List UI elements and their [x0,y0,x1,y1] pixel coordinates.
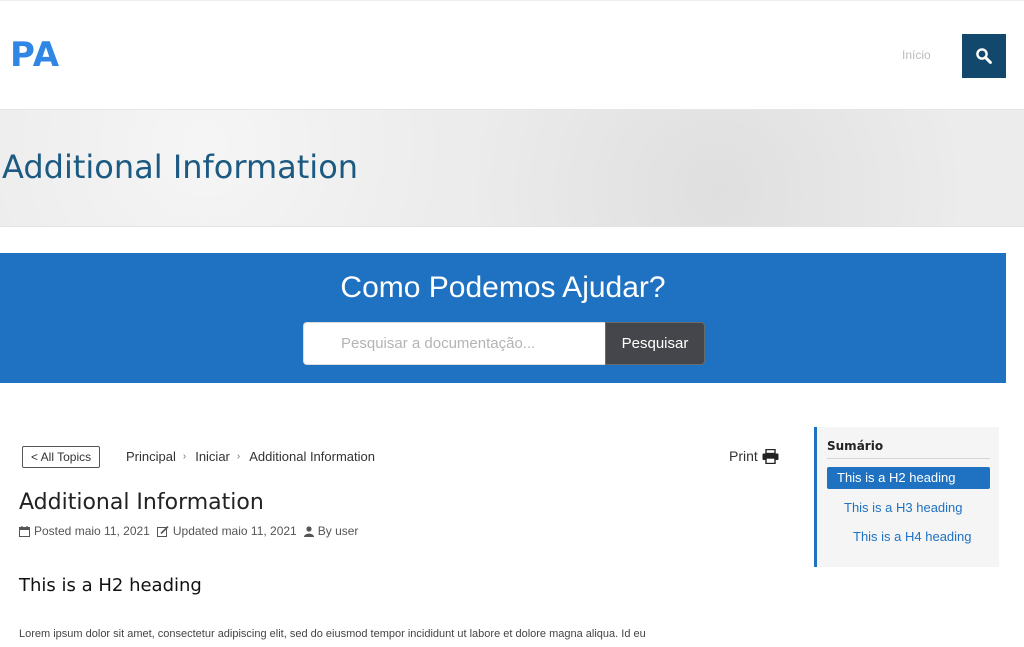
author: By user [303,524,359,538]
user-icon [303,525,314,537]
nav-home-link[interactable]: Início [902,48,931,62]
toc-item-h3[interactable]: This is a H3 heading [844,500,963,515]
section-heading-h2: This is a H2 heading [19,575,202,596]
help-search-band: Como Podemos Ajudar? Pesquisar [0,253,1006,383]
toc-item-h4[interactable]: This is a H4 heading [853,529,972,544]
article-body: Lorem ipsum dolor sit amet, consectetur … [19,628,646,640]
page-title-banner: Additional Information [0,110,1024,227]
toc-item-h2[interactable]: This is a H2 heading [827,467,990,489]
page-title: Additional Information [2,148,359,186]
breadcrumb: Principal › Iniciar › Additional Informa… [126,449,375,464]
updated-date: Updated maio 11, 2021 [156,524,297,538]
table-of-contents: Sumário This is a H2 heading This is a H… [814,427,999,567]
breadcrumb-iniciar[interactable]: Iniciar [195,449,230,464]
print-label: Print [729,448,758,464]
printer-icon [762,448,779,464]
breadcrumb-separator-icon: › [236,451,241,462]
site-logo[interactable]: PA [10,35,60,75]
site-header: PA Início [0,0,1024,110]
header-search-button[interactable] [962,34,1006,78]
help-title: Como Podemos Ajudar? [340,271,666,304]
all-topics-button[interactable]: < All Topics [22,446,101,468]
print-link[interactable]: Print [729,448,779,464]
edit-icon [156,525,169,537]
docs-search-input[interactable] [303,322,605,365]
breadcrumb-principal[interactable]: Principal [126,449,176,464]
calendar-icon [19,525,30,537]
updated-date-text: Updated maio 11, 2021 [172,524,297,538]
breadcrumb-current: Additional Information [249,449,375,464]
toc-title: Sumário [827,439,990,459]
posted-date-text: Posted maio 11, 2021 [34,524,150,538]
docs-search-button[interactable]: Pesquisar [605,322,705,365]
posted-date: Posted maio 11, 2021 [19,524,150,538]
breadcrumb-separator-icon: › [182,451,187,462]
article-meta: Posted maio 11, 2021 Updated maio 11, 20… [19,524,365,538]
search-icon [976,48,992,64]
author-text: By user [317,524,359,538]
article-title: Additional Information [19,490,264,515]
